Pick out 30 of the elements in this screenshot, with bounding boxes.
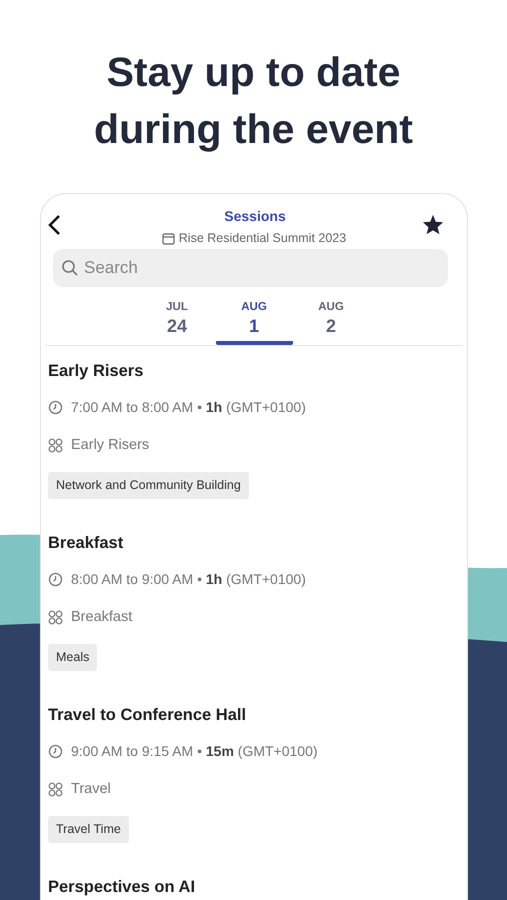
search-icon [61, 259, 79, 277]
star-icon[interactable] [422, 214, 444, 235]
session-title[interactable]: Travel to Conference Hall [48, 704, 460, 726]
clock-icon [48, 572, 63, 587]
screen-title: Sessions [223, 207, 287, 226]
search-field[interactable]: Search [53, 249, 448, 287]
session-time: 8:00 AM to 9:00 AM • 1h (GMT+0100) [71, 570, 306, 589]
back-icon[interactable] [47, 214, 61, 236]
session-title[interactable]: Early Risers [48, 360, 460, 382]
tag: Meals [48, 644, 98, 670]
session-time: 7:00 AM to 8:00 AM • 1h (GMT+0100) [71, 398, 306, 417]
date-tab[interactable]: AUG 1 [216, 299, 292, 345]
clock-icon [48, 744, 63, 759]
category-icon [48, 610, 63, 626]
session-track: Breakfast [71, 608, 132, 627]
headline: Stay up to date during the event [93, 48, 414, 154]
session-title[interactable]: Perspectives on AI [48, 876, 460, 898]
category-icon [48, 782, 63, 798]
tag: Travel Time [48, 816, 129, 842]
date-tab[interactable]: JUL 24 [138, 299, 216, 345]
clock-icon [48, 400, 63, 415]
tag: Network and Community Building [48, 472, 249, 498]
calendar-icon [162, 232, 175, 245]
date-tab[interactable]: AUG 2 [292, 299, 370, 345]
session-track: Travel [71, 780, 111, 799]
session-track: Early Risers [71, 436, 150, 455]
session-title[interactable]: Breakfast [48, 532, 460, 554]
category-icon [48, 438, 63, 454]
session-time: 9:00 AM to 9:15 AM • 15m (GMT+0100) [71, 742, 318, 761]
event-name: Rise Residential Summit 2023 [178, 230, 346, 247]
